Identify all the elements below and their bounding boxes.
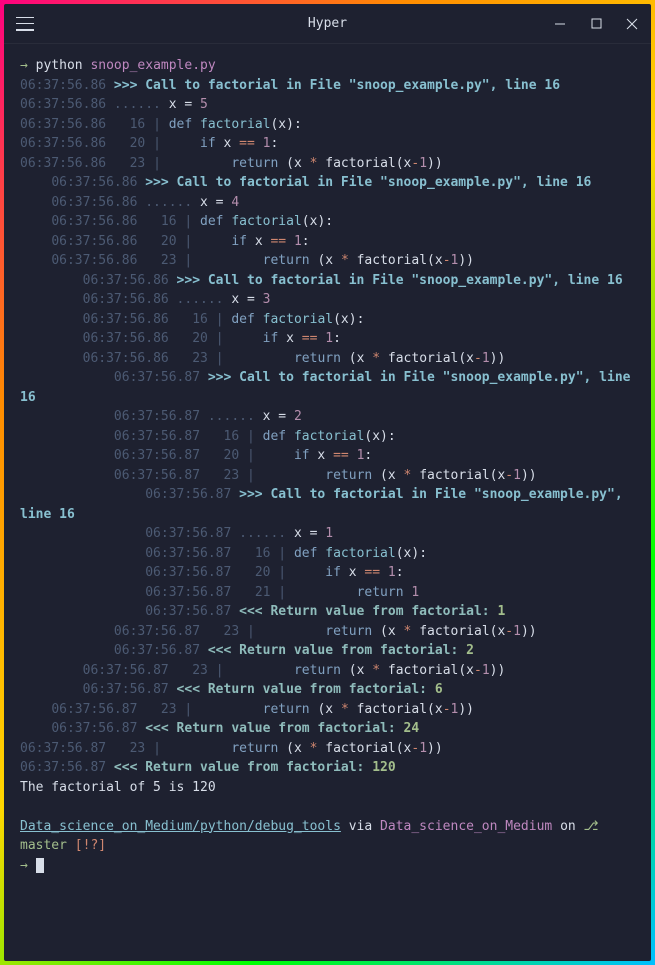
close-button[interactable] (625, 17, 639, 31)
window-title: Hyper (308, 16, 347, 31)
prompt-ready[interactable]: → (20, 856, 635, 876)
trace-return: 06:37:56.87 <<< Return value from factor… (20, 602, 635, 622)
maximize-button[interactable] (589, 17, 603, 31)
trace-var: 06:37:56.87 ...... x = 2 (20, 407, 635, 427)
trace-call: 06:37:56.87 >>> Call to factorial in Fil… (20, 368, 635, 407)
trace-code: 06:37:56.86 20 | if x == 1: (20, 232, 635, 252)
trace-var: 06:37:56.86 ...... x = 3 (20, 290, 635, 310)
trace-code: 06:37:56.87 23 | return (x * factorial(x… (20, 466, 635, 486)
trace-code: 06:37:56.87 23 | return (x * factorial(x… (20, 739, 635, 759)
trace-code: 06:37:56.87 16 | def factorial(x): (20, 427, 635, 447)
prompt-line: → python snoop_example.py (20, 56, 635, 76)
trace-code: 06:37:56.86 20 | if x == 1: (20, 134, 635, 154)
menu-icon[interactable] (16, 17, 34, 31)
ps1-line: Data_science_on_Medium/python/debug_tool… (20, 817, 635, 837)
trace-call: 06:37:56.87 >>> Call to factorial in Fil… (20, 485, 635, 524)
trace-call: 06:37:56.86 >>> Call to factorial in Fil… (20, 76, 635, 96)
terminal-window: Hyper → python snoop_example.py06:37:56.… (4, 4, 651, 961)
titlebar: Hyper (4, 4, 651, 44)
trace-code: 06:37:56.86 20 | if x == 1: (20, 329, 635, 349)
trace-code: 06:37:56.87 21 | return 1 (20, 583, 635, 603)
trace-code: 06:37:56.86 16 | def factorial(x): (20, 310, 635, 330)
blank-line (20, 797, 635, 817)
trace-code: 06:37:56.86 23 | return (x * factorial(x… (20, 251, 635, 271)
trace-call: 06:37:56.86 >>> Call to factorial in Fil… (20, 271, 635, 291)
trace-return: 06:37:56.87 <<< Return value from factor… (20, 680, 635, 700)
trace-code: 06:37:56.87 23 | return (x * factorial(x… (20, 622, 635, 642)
trace-var: 06:37:56.86 ...... x = 5 (20, 95, 635, 115)
trace-return: 06:37:56.87 <<< Return value from factor… (20, 758, 635, 778)
trace-code: 06:37:56.86 16 | def factorial(x): (20, 115, 635, 135)
trace-return: 06:37:56.87 <<< Return value from factor… (20, 719, 635, 739)
window-controls (553, 17, 639, 31)
terminal-body[interactable]: → python snoop_example.py06:37:56.86 >>>… (4, 44, 651, 961)
trace-code: 06:37:56.86 16 | def factorial(x): (20, 212, 635, 232)
trace-return: 06:37:56.87 <<< Return value from factor… (20, 641, 635, 661)
trace-var: 06:37:56.86 ...... x = 4 (20, 193, 635, 213)
trace-code: 06:37:56.87 23 | return (x * factorial(x… (20, 700, 635, 720)
trace-code: 06:37:56.87 20 | if x == 1: (20, 446, 635, 466)
trace-call: 06:37:56.86 >>> Call to factorial in Fil… (20, 173, 635, 193)
ps1-branch: master [!?] (20, 836, 635, 856)
trace-code: 06:37:56.86 23 | return (x * factorial(x… (20, 349, 635, 369)
trace-code: 06:37:56.87 23 | return (x * factorial(x… (20, 661, 635, 681)
minimize-button[interactable] (553, 17, 567, 31)
trace-code: 06:37:56.87 16 | def factorial(x): (20, 544, 635, 564)
program-output: The factorial of 5 is 120 (20, 778, 635, 798)
trace-var: 06:37:56.87 ...... x = 1 (20, 524, 635, 544)
cursor-icon (36, 858, 44, 873)
trace-code: 06:37:56.87 20 | if x == 1: (20, 563, 635, 583)
trace-code: 06:37:56.86 23 | return (x * factorial(x… (20, 154, 635, 174)
